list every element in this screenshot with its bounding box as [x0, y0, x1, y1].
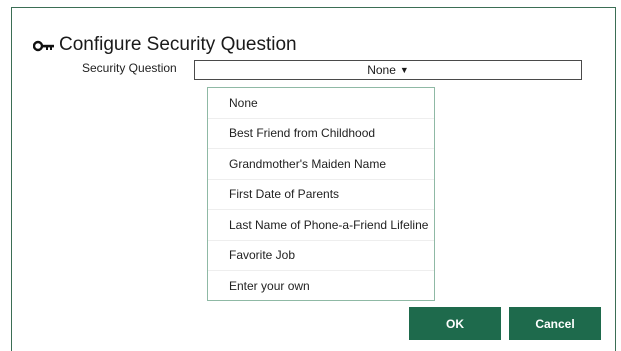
dialog-title: Configure Security Question	[59, 34, 297, 55]
security-question-dropdown: None Best Friend from Childhood Grandmot…	[207, 87, 435, 301]
dropdown-option-none[interactable]: None	[208, 88, 434, 119]
security-question-select[interactable]: None ▼	[194, 60, 582, 80]
security-question-label: Security Question	[82, 61, 177, 75]
dropdown-option-favorite-job[interactable]: Favorite Job	[208, 241, 434, 271]
dropdown-option-first-date-of-parents[interactable]: First Date of Parents	[208, 180, 434, 210]
ok-button[interactable]: OK	[409, 307, 501, 340]
cancel-button[interactable]: Cancel	[509, 307, 601, 340]
dropdown-option-enter-your-own[interactable]: Enter your own	[208, 271, 434, 302]
dropdown-option-grandmother-maiden-name[interactable]: Grandmother's Maiden Name	[208, 149, 434, 180]
dropdown-option-best-friend[interactable]: Best Friend from Childhood	[208, 119, 434, 149]
key-icon	[32, 39, 55, 52]
selected-value: None	[367, 63, 396, 77]
dropdown-option-phone-a-friend[interactable]: Last Name of Phone-a-Friend Lifeline	[208, 210, 434, 241]
dialog-header: Configure Security Question	[32, 33, 297, 57]
caret-down-icon: ▼	[399, 65, 409, 75]
